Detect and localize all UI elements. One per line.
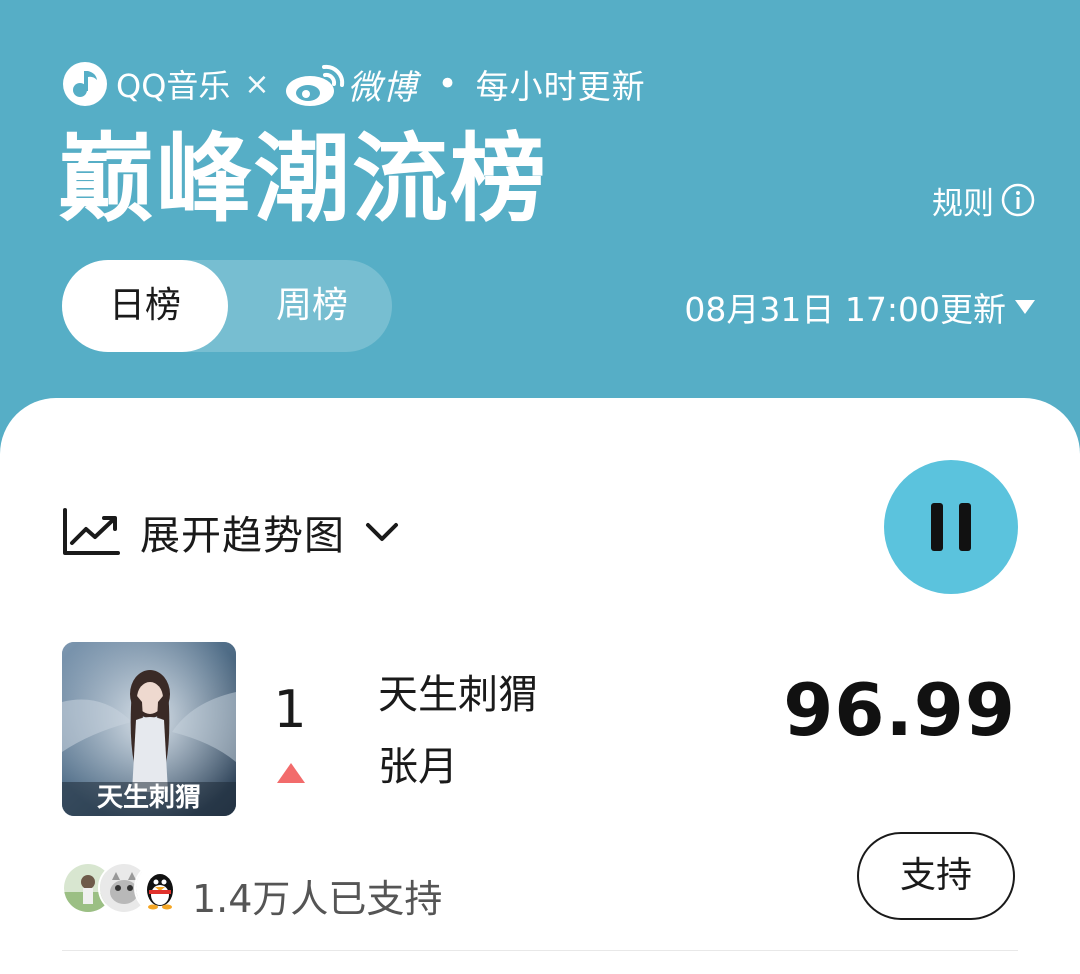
supporter-avatars <box>62 862 186 914</box>
brand-dot: • <box>437 64 458 104</box>
rules-link[interactable]: 规则 <box>932 176 1036 224</box>
song-title[interactable]: 天生刺猬 <box>378 662 538 720</box>
song-score: 96.99 <box>783 668 1016 752</box>
song-row[interactable]: 天生刺猬 1 天生刺猬 张月 96.99 <box>0 638 1080 818</box>
weibo-logo <box>285 64 344 106</box>
trend-chart-icon <box>63 508 120 555</box>
divider <box>62 950 1018 951</box>
page-title: 巅峰潮流榜 <box>58 123 548 235</box>
album-cover[interactable]: 天生刺猬 <box>62 642 236 816</box>
trend-label: 展开趋势图 <box>140 513 345 559</box>
play-pause-button[interactable] <box>884 460 1018 594</box>
update-time-selector[interactable]: 08月31日 17:00更新 <box>684 282 1036 332</box>
pause-icon <box>931 503 971 551</box>
brand-separator: × <box>244 66 270 102</box>
avatar <box>134 862 186 914</box>
update-frequency: 每小时更新 <box>475 67 646 106</box>
support-button[interactable]: 支持 <box>857 832 1015 920</box>
brand-row: QQ音乐 × 微博 • 每小时更新 <box>62 56 646 112</box>
album-cover-art: 天生刺猬 <box>62 642 236 816</box>
rank-up-icon <box>277 763 305 783</box>
expand-trend-button[interactable]: 展开趋势图 <box>62 502 399 562</box>
rules-label: 规则 <box>932 185 994 222</box>
qq-music-logo <box>63 62 107 106</box>
chevron-down-icon <box>366 523 398 541</box>
artist-name[interactable]: 张月 <box>378 734 458 792</box>
tab-daily[interactable]: 日榜 <box>62 260 228 352</box>
update-time-text: 08月31日 17:00更新 <box>684 290 1006 329</box>
tab-weekly[interactable]: 周榜 <box>232 260 392 352</box>
rank-number: 1 <box>273 680 307 740</box>
chart-tabs: 日榜 周榜 <box>62 260 392 352</box>
support-count: 1.4万人已支持 <box>192 877 443 921</box>
weibo-brand: 微博 <box>347 67 418 108</box>
ranking-card: 展开趋势图 天生刺猬 1 天生刺猬 张月 96.99 1.4万人已支持 支持 <box>0 398 1080 974</box>
support-row: 1.4万人已支持 支持 <box>0 832 1080 928</box>
cover-title: 天生刺猬 <box>97 783 201 813</box>
caret-down-icon <box>1015 300 1035 314</box>
info-icon <box>1001 183 1035 217</box>
qq-music-brand: QQ音乐 <box>116 67 231 105</box>
